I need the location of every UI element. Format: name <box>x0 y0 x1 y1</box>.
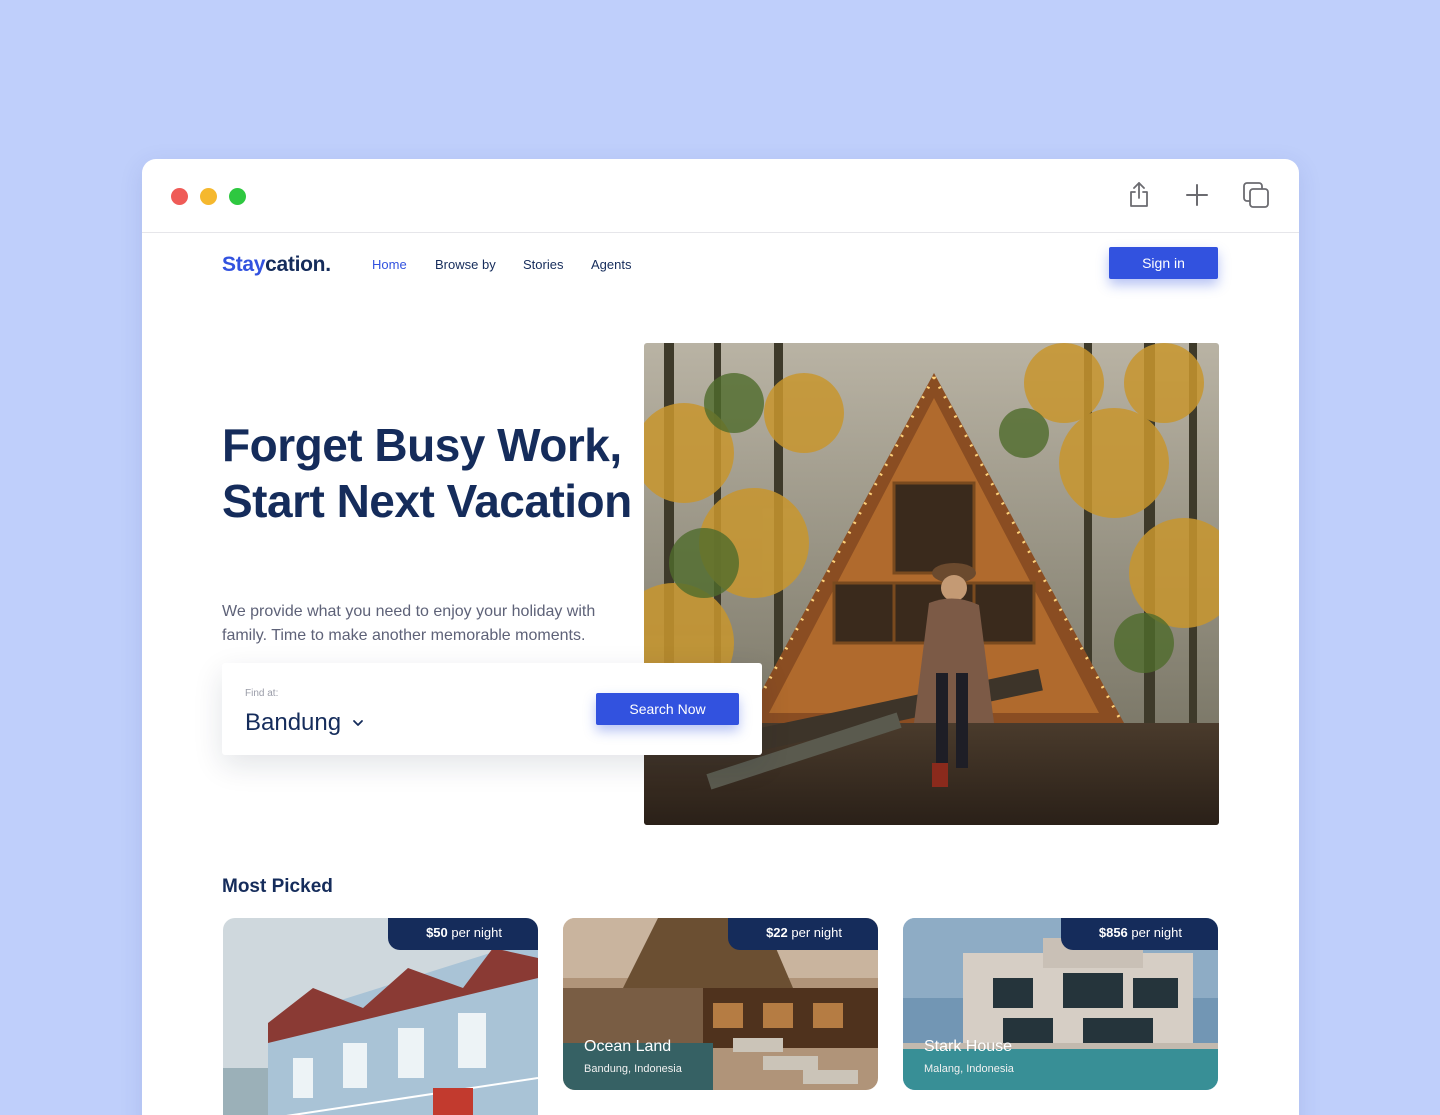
chevron-down-icon <box>353 720 363 726</box>
sign-in-button[interactable]: Sign in <box>1109 247 1218 279</box>
price-tag: $22 per night <box>728 918 878 950</box>
property-name: Ocean Land <box>584 1038 672 1055</box>
browser-window: Staycation. Home Browse by Stories Agent… <box>142 159 1299 1115</box>
property-name: Stark House <box>924 1038 1013 1055</box>
property-location: Malang, Indonesia <box>924 1063 1014 1075</box>
property-card[interactable]: $50 per night <box>223 918 538 1115</box>
minimize-window-button[interactable] <box>200 188 217 205</box>
price-tag: $50 per night <box>388 918 538 950</box>
property-card-ocean-land[interactable]: $22 per night Ocean Land Bandung, Indone… <box>563 918 878 1090</box>
nav-link-stories[interactable]: Stories <box>523 257 563 273</box>
nav-link-agents[interactable]: Agents <box>591 257 631 273</box>
nav-link-browse-by[interactable]: Browse by <box>435 257 496 273</box>
price-value: $22 <box>766 925 788 940</box>
close-window-button[interactable] <box>171 188 188 205</box>
nav-link-home[interactable]: Home <box>372 257 407 273</box>
price-unit: per night <box>451 925 502 940</box>
price-tag: $856 per night <box>1060 918 1218 950</box>
price-value: $856 <box>1098 925 1128 940</box>
share-icon[interactable] <box>1124 180 1154 210</box>
tabs-icon[interactable] <box>1241 180 1271 210</box>
property-location: Bandung, Indonesia <box>584 1063 682 1075</box>
search-now-button[interactable]: Search Now <box>596 693 739 725</box>
price-unit: per night <box>791 925 842 940</box>
location-dropdown[interactable]: Bandung <box>245 707 365 739</box>
site-navbar: Staycation. Home Browse by Stories Agent… <box>142 247 1299 303</box>
hero-subtitle: We provide what you need to enjoy your h… <box>222 603 596 644</box>
price-unit: per night <box>1131 925 1182 940</box>
hero-title: Forget Busy Work, Start Next Vacation <box>222 419 632 527</box>
most-picked-title: Most Picked <box>222 876 333 897</box>
logo-rest-text: cation. <box>265 253 331 276</box>
price-value: $50 <box>426 925 448 940</box>
plus-icon[interactable] <box>1182 180 1212 210</box>
window-titlebar <box>142 159 1299 233</box>
location-value: Bandung <box>245 709 342 736</box>
site-logo[interactable]: Staycation. <box>222 251 331 279</box>
find-at-label: Find at: <box>245 688 279 699</box>
maximize-window-button[interactable] <box>229 188 246 205</box>
logo-accent-text: Stay <box>222 253 266 276</box>
property-card-stark-house[interactable]: $856 per night Stark House Malang, Indon… <box>903 918 1218 1090</box>
search-card: Find at: Bandung Search Now <box>222 663 762 755</box>
